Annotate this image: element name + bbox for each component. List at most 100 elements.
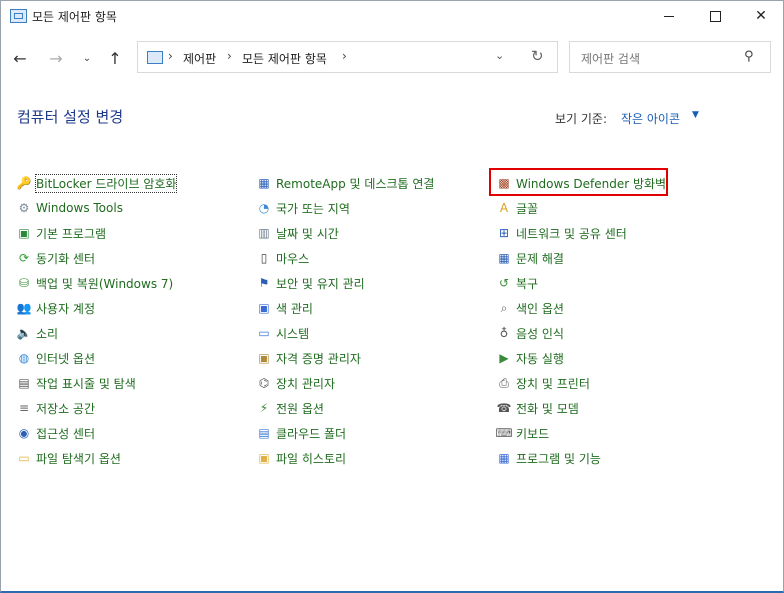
control-panel-item[interactable]: ▤ 클라우드 폴더 bbox=[256, 423, 346, 443]
user-accounts-icon: 👥 bbox=[16, 301, 32, 315]
recent-locations-button[interactable]: ⌄ bbox=[76, 47, 98, 69]
region-globe-icon: ◔ bbox=[258, 201, 270, 215]
control-panel-item[interactable]: ◍ 인터넷 옵션 bbox=[16, 348, 95, 368]
view-by-dropdown[interactable]: 작은 아이콘 bbox=[621, 110, 680, 127]
search-input[interactable]: 제어판 검색 bbox=[581, 50, 640, 67]
control-panel-item[interactable]: ▦ RemoteApp 및 데스크톱 연결 bbox=[256, 173, 434, 193]
minimize-icon bbox=[664, 15, 674, 17]
default-programs-icon: ▣ bbox=[18, 226, 30, 240]
highlight-box bbox=[489, 168, 668, 196]
control-panel-item[interactable]: ⚑ 보안 및 유지 관리 bbox=[256, 273, 365, 293]
control-panel-item[interactable]: ▤ 작업 표시줄 및 탐색 bbox=[16, 373, 136, 393]
item-label: 파일 히스토리 bbox=[276, 451, 347, 466]
control-panel-item[interactable]: ⌬ 장치 관리자 bbox=[256, 373, 335, 393]
color-management-icon: ▣ bbox=[258, 301, 270, 315]
address-bar[interactable]: › 제어판 › 모든 제어판 항목 › ⌄ ↻ bbox=[137, 41, 558, 73]
breadcrumb-control-panel[interactable]: 제어판 bbox=[183, 50, 216, 67]
system-monitor-icon: ▭ bbox=[258, 326, 270, 340]
address-dropdown-icon[interactable]: ⌄ bbox=[495, 49, 504, 62]
item-label: 시스템 bbox=[276, 326, 310, 341]
control-panel-item[interactable]: ≡ 저장소 공간 bbox=[16, 398, 95, 418]
minimize-button[interactable] bbox=[646, 1, 692, 31]
caret-down-icon[interactable]: ▼ bbox=[692, 110, 699, 120]
item-label: 문제 해결 bbox=[516, 251, 564, 266]
control-panel-item[interactable]: ▦ 프로그램 및 기능 bbox=[496, 448, 601, 468]
control-panel-item[interactable]: ▶ 자동 실행 bbox=[496, 348, 564, 368]
item-label: 저장소 공간 bbox=[36, 401, 96, 416]
control-panel-item[interactable]: ▣ 색 관리 bbox=[256, 298, 313, 318]
maximize-button[interactable] bbox=[692, 1, 738, 31]
internet-options-icon: ◍ bbox=[18, 351, 30, 365]
control-panel-item[interactable]: ⎙ 장치 및 프린터 bbox=[496, 373, 590, 393]
recovery-icon: ↺ bbox=[498, 276, 510, 290]
item-label: 마우스 bbox=[276, 251, 310, 266]
breadcrumb-chevron-icon[interactable]: › bbox=[342, 49, 347, 63]
control-panel-item[interactable]: ▣ 자격 증명 관리자 bbox=[256, 348, 361, 368]
date-time-icon: ▥ bbox=[258, 226, 270, 240]
control-panel-item[interactable]: ▦ 문제 해결 bbox=[496, 248, 564, 268]
control-panel-item[interactable]: ↺ 복구 bbox=[496, 273, 538, 293]
remoteapp-icon: ▦ bbox=[258, 176, 270, 190]
control-panel-item[interactable]: ▥ 날짜 및 시간 bbox=[256, 223, 339, 243]
breadcrumb-chevron-icon[interactable]: › bbox=[227, 49, 232, 63]
control-panel-item[interactable]: ▭ 시스템 bbox=[256, 323, 309, 343]
item-label: 동기화 센터 bbox=[36, 251, 96, 266]
control-panel-item[interactable]: 🔈 소리 bbox=[16, 323, 59, 343]
keyboard-icon: ⌨ bbox=[495, 426, 513, 440]
control-panel-window: 모든 제어판 항목 ✕ ← → ⌄ ↑ › 제어판 › 모든 제어판 항목 › … bbox=[0, 0, 784, 593]
bitlocker-key-icon: 🔑 bbox=[16, 176, 32, 190]
chevron-down-icon: ⌄ bbox=[82, 52, 92, 64]
control-panel-item[interactable]: 👥 사용자 계정 bbox=[16, 298, 96, 318]
control-panel-item[interactable]: ♁ 음성 인식 bbox=[496, 323, 564, 343]
ease-of-access-icon: ◉ bbox=[18, 426, 30, 440]
control-panel-item[interactable]: ⌨ 키보드 bbox=[495, 423, 549, 443]
control-panel-item[interactable]: ▭ 파일 탐색기 옵션 bbox=[16, 448, 121, 468]
windows-tools-icon: ⚙ bbox=[18, 201, 30, 215]
control-panel-item[interactable]: ⊞ 네트워크 및 공유 센터 bbox=[496, 223, 627, 243]
item-label: 장치 관리자 bbox=[276, 376, 336, 391]
taskbar-icon: ▤ bbox=[18, 376, 30, 390]
control-panel-item[interactable]: ⌕ 색인 옵션 bbox=[496, 298, 564, 318]
network-sharing-icon: ⊞ bbox=[498, 226, 510, 240]
close-button[interactable]: ✕ bbox=[738, 1, 784, 31]
control-panel-item[interactable]: ◉ 접근성 센터 bbox=[16, 423, 95, 443]
item-label: 백업 및 복원(Windows 7) bbox=[36, 276, 174, 291]
search-box[interactable]: 제어판 검색 ⚲ bbox=[569, 41, 771, 73]
item-label: 장치 및 프린터 bbox=[516, 376, 590, 391]
autoplay-icon: ▶ bbox=[499, 351, 509, 365]
control-panel-item[interactable]: A 글꼴 bbox=[496, 198, 538, 218]
control-panel-item[interactable]: 🔑 BitLocker 드라이브 암호화 bbox=[16, 173, 178, 193]
control-panel-item[interactable]: ⚡ 전원 옵션 bbox=[256, 398, 324, 418]
back-button[interactable]: ← bbox=[9, 47, 31, 69]
indexing-options-icon: ⌕ bbox=[500, 300, 508, 315]
forward-button[interactable]: → bbox=[45, 47, 67, 69]
item-label: 작업 표시줄 및 탐색 bbox=[36, 376, 136, 391]
control-panel-icon bbox=[10, 9, 27, 23]
item-label: 날짜 및 시간 bbox=[276, 226, 339, 241]
item-label: 자동 실행 bbox=[516, 351, 564, 366]
control-panel-item[interactable]: ⚙ Windows Tools bbox=[16, 198, 123, 218]
backup-restore-icon: ⛁ bbox=[18, 276, 30, 290]
credential-manager-icon: ▣ bbox=[258, 351, 270, 365]
control-panel-item[interactable]: ▣ 파일 히스토리 bbox=[256, 448, 346, 468]
control-panel-item[interactable]: ◔ 국가 또는 지역 bbox=[256, 198, 350, 218]
mouse-icon: ▯ bbox=[260, 251, 268, 265]
refresh-icon[interactable]: ↻ bbox=[531, 47, 544, 65]
title-bar[interactable]: 모든 제어판 항목 ✕ bbox=[1, 1, 783, 31]
item-label: 네트워크 및 공유 센터 bbox=[516, 226, 627, 241]
up-button[interactable]: ↑ bbox=[104, 47, 126, 69]
breadcrumb-all-items[interactable]: 모든 제어판 항목 bbox=[242, 50, 327, 67]
item-label: BitLocker 드라이브 암호화 bbox=[34, 173, 178, 193]
item-label: 보안 및 유지 관리 bbox=[276, 276, 365, 291]
control-panel-item[interactable]: ☎ 전화 및 모뎀 bbox=[496, 398, 579, 418]
control-panel-item[interactable]: ▯ 마우스 bbox=[256, 248, 309, 268]
item-label: 복구 bbox=[516, 276, 539, 291]
item-label: 클라우드 폴더 bbox=[276, 426, 347, 441]
item-label: Windows Tools bbox=[36, 201, 123, 215]
breadcrumb-chevron-icon[interactable]: › bbox=[168, 49, 173, 63]
control-panel-item[interactable]: ⟳ 동기화 센터 bbox=[16, 248, 95, 268]
search-icon[interactable]: ⚲ bbox=[744, 49, 754, 64]
control-panel-item[interactable]: ⛁ 백업 및 복원(Windows 7) bbox=[16, 273, 173, 293]
item-label: 자격 증명 관리자 bbox=[276, 351, 361, 366]
control-panel-item[interactable]: ▣ 기본 프로그램 bbox=[16, 223, 106, 243]
